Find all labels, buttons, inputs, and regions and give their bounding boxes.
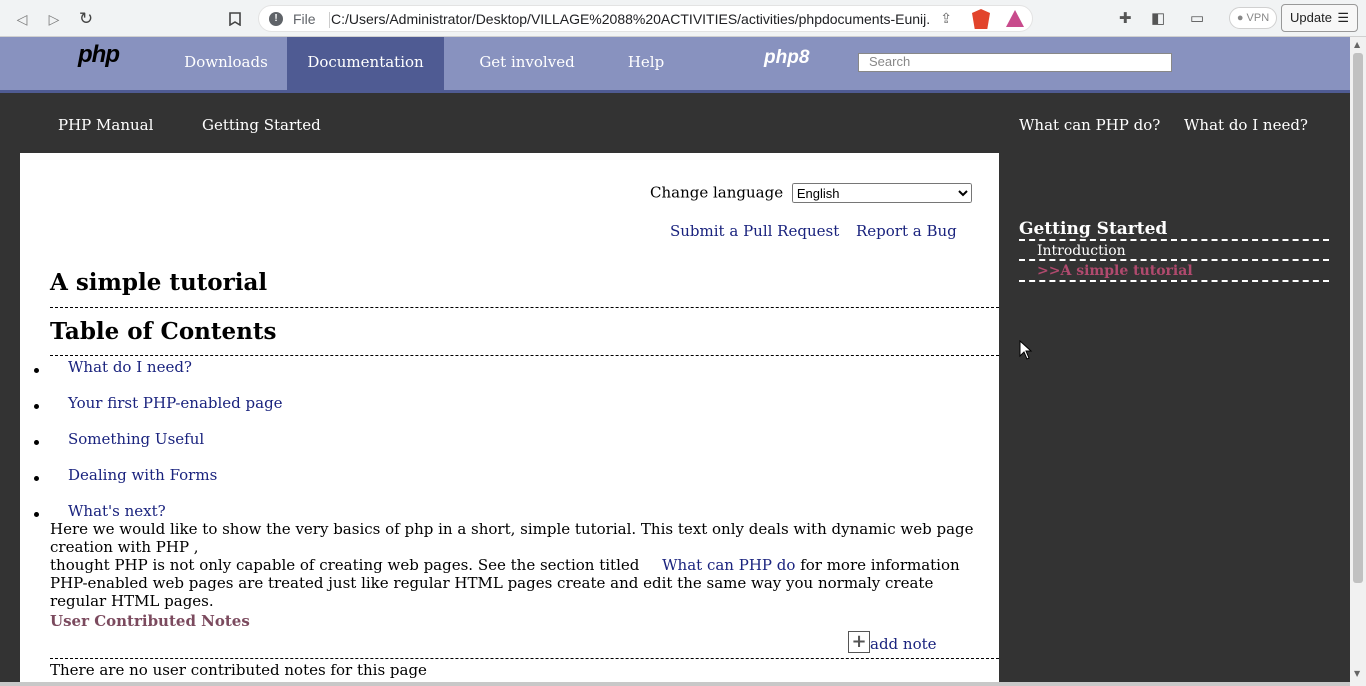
nav-documentation[interactable]: Documentation bbox=[287, 37, 444, 90]
what-can-php-do-link[interactable]: What can PHP do bbox=[662, 556, 795, 574]
bullet-icon bbox=[34, 404, 39, 409]
php-logo[interactable]: php bbox=[78, 41, 120, 69]
divider bbox=[50, 355, 999, 356]
plus-icon[interactable]: + bbox=[848, 631, 870, 653]
sidebar-item-introduction[interactable]: Introduction bbox=[1037, 243, 1126, 259]
bullet-icon bbox=[34, 440, 39, 445]
scroll-thumb[interactable] bbox=[1353, 53, 1363, 583]
divider bbox=[1019, 259, 1329, 261]
search-input[interactable]: Search bbox=[858, 53, 1172, 72]
subnav-php-manual[interactable]: PHP Manual bbox=[58, 116, 153, 134]
divider bbox=[329, 12, 330, 28]
divider bbox=[50, 658, 999, 659]
nav-help[interactable]: Help bbox=[610, 37, 682, 90]
toc-link[interactable]: Something Useful bbox=[68, 430, 204, 448]
language-select[interactable]: English bbox=[791, 183, 972, 203]
scroll-up-icon[interactable]: ▲ bbox=[1354, 40, 1360, 49]
share-icon[interactable]: ⇪ bbox=[940, 10, 952, 27]
scroll-down-icon[interactable]: ▼ bbox=[1354, 669, 1360, 678]
toc-heading: Table of Contents bbox=[50, 318, 277, 345]
address-bar[interactable]: ! File C:/Users/Administrator/Desktop/VI… bbox=[258, 5, 1033, 32]
brave-shield-icon[interactable] bbox=[972, 9, 990, 29]
add-note-label: add note bbox=[870, 635, 937, 653]
toc-link[interactable]: Dealing with Forms bbox=[68, 466, 217, 484]
divider bbox=[50, 307, 999, 308]
report-bug-link[interactable]: Report a Bug bbox=[856, 222, 957, 240]
page-title: A simple tutorial bbox=[50, 269, 268, 296]
update-label: Update bbox=[1290, 10, 1332, 25]
subnav-what-do-i-need[interactable]: What do I need? bbox=[1184, 116, 1308, 134]
notes-title: User Contributed Notes bbox=[50, 612, 250, 630]
update-button[interactable]: Update ☰ bbox=[1281, 4, 1358, 32]
subnav-getting-started[interactable]: Getting Started bbox=[202, 116, 321, 134]
add-note-link[interactable]: + add note bbox=[848, 631, 937, 653]
nav-get-involved[interactable]: Get involved bbox=[470, 37, 584, 90]
nav-downloads[interactable]: Downloads bbox=[170, 37, 282, 90]
change-language: Change language English bbox=[650, 183, 972, 203]
bookmark-icon[interactable] bbox=[224, 8, 246, 30]
vpn-button[interactable]: ● VPN bbox=[1229, 7, 1277, 29]
main-content: Change language English Submit a Pull Re… bbox=[20, 153, 999, 686]
submit-pull-request-link[interactable]: Submit a Pull Request bbox=[670, 222, 839, 240]
wallet-icon[interactable]: ▭ bbox=[1190, 9, 1204, 27]
vpn-label: VPN bbox=[1246, 12, 1270, 24]
intro-text-3: for more information bbox=[800, 556, 960, 574]
browser-toolbar: ◁ ▷ ↻ ! File C:/Users/Administrator/Desk… bbox=[0, 0, 1366, 37]
divider bbox=[1019, 239, 1329, 241]
extensions-icon[interactable]: ✚ bbox=[1119, 9, 1132, 27]
intro-text-2: thought PHP is not only capable of creat… bbox=[50, 556, 640, 574]
change-language-label: Change language bbox=[650, 183, 784, 202]
php-header: php Downloads Documentation Get involved… bbox=[0, 37, 1350, 93]
sidebar-item-simple-tutorial[interactable]: >>A simple tutorial bbox=[1037, 263, 1193, 279]
toc-link[interactable]: What do I need? bbox=[68, 358, 192, 376]
sidebar-title[interactable]: Getting Started bbox=[1019, 219, 1167, 239]
second-paragraph: PHP-enabled web pages are treated just l… bbox=[50, 574, 934, 610]
bullet-icon bbox=[34, 512, 39, 517]
file-label: File bbox=[293, 11, 316, 27]
bullet-icon bbox=[34, 476, 39, 481]
forward-icon[interactable]: ▷ bbox=[43, 8, 65, 30]
horizontal-scrollbar[interactable] bbox=[0, 682, 1350, 686]
vertical-scrollbar[interactable]: ▲ ▼ bbox=[1350, 37, 1366, 686]
info-icon[interactable]: ! bbox=[269, 12, 283, 26]
back-icon[interactable]: ◁ bbox=[11, 8, 33, 30]
intro-paragraph: Here we would like to show the very basi… bbox=[50, 520, 980, 574]
no-notes-text: There are no user contributed notes for … bbox=[50, 661, 427, 679]
intro-text-1: Here we would like to show the very basi… bbox=[50, 520, 974, 556]
url-text[interactable]: C:/Users/Administrator/Desktop/VILLAGE%2… bbox=[331, 11, 931, 27]
reload-icon[interactable]: ↻ bbox=[75, 8, 97, 30]
bullet-icon bbox=[34, 368, 39, 373]
rewards-icon[interactable] bbox=[1006, 10, 1024, 27]
sidebar-icon[interactable]: ◧ bbox=[1151, 9, 1165, 27]
subnav-what-can-php-do[interactable]: What can PHP do? bbox=[1019, 116, 1160, 134]
divider bbox=[1019, 280, 1329, 282]
toc-link[interactable]: What's next? bbox=[68, 502, 166, 520]
menu-icon[interactable]: ☰ bbox=[1337, 5, 1349, 31]
toc-link[interactable]: Your first PHP-enabled page bbox=[68, 394, 283, 412]
php8-badge[interactable]: php8 bbox=[764, 47, 809, 69]
